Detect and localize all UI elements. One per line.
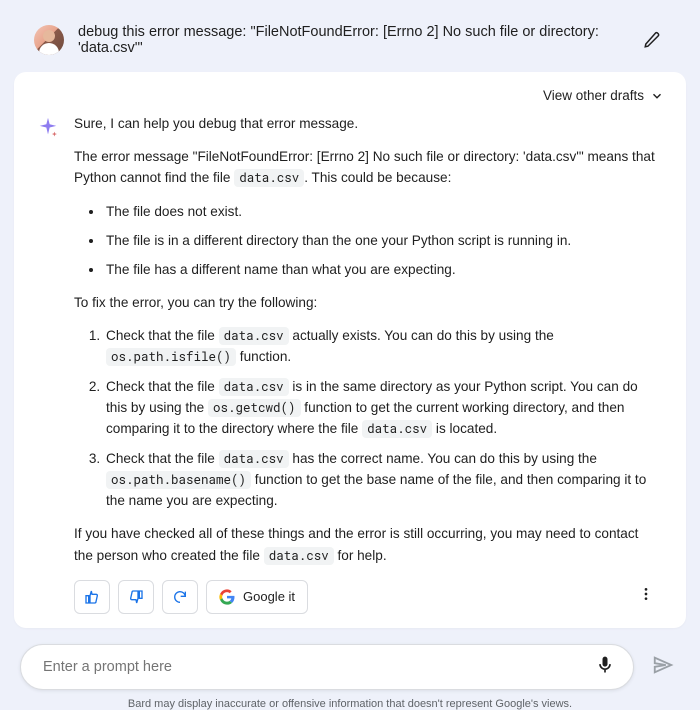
drafts-row: View other drafts: [36, 88, 664, 103]
disclaimer-text: Bard may display inaccurate or offensive…: [14, 698, 686, 710]
drafts-label: View other drafts: [543, 88, 644, 103]
closing-paragraph: If you have checked all of these things …: [74, 523, 660, 565]
list-item: Check that the file data.csv is in the s…: [104, 376, 660, 440]
response-body: Sure, I can help you debug that error me…: [74, 113, 664, 614]
send-button[interactable]: [646, 648, 680, 685]
thumbs-up-icon: [84, 589, 100, 605]
fix-intro: To fix the error, you can try the follow…: [74, 292, 660, 313]
more-options-button[interactable]: [632, 580, 660, 614]
code-datafile: data.csv: [234, 169, 304, 187]
list-item: The file has a different name than what …: [104, 259, 660, 280]
prompt-input-container[interactable]: [20, 644, 634, 690]
user-prompt-row: debug this error message: "FileNotFoundE…: [14, 14, 686, 72]
fixes-list: Check that the file data.csv actually ex…: [74, 325, 660, 512]
thumbs-down-button[interactable]: [118, 580, 154, 614]
response-intro: Sure, I can help you debug that error me…: [74, 113, 660, 134]
refresh-icon: [172, 589, 188, 605]
list-item: The file is in a different directory tha…: [104, 230, 660, 251]
prompt-input[interactable]: [43, 659, 591, 675]
list-item: Check that the file data.csv actually ex…: [104, 325, 660, 368]
user-prompt-text: debug this error message: "FileNotFoundE…: [78, 24, 624, 56]
view-other-drafts-button[interactable]: View other drafts: [543, 88, 664, 103]
list-item: Check that the file data.csv has the cor…: [104, 448, 660, 512]
edit-prompt-button[interactable]: [638, 26, 666, 54]
google-logo-icon: [219, 589, 235, 605]
bard-sparkle-icon: [36, 115, 60, 139]
google-it-label: Google it: [243, 587, 295, 607]
microphone-icon: [595, 655, 615, 675]
feedback-row: Google it: [74, 580, 660, 614]
google-it-button[interactable]: Google it: [206, 580, 308, 614]
thumbs-down-icon: [128, 589, 144, 605]
list-item: The file does not exist.: [104, 201, 660, 222]
pencil-icon: [643, 31, 661, 49]
thumbs-up-button[interactable]: [74, 580, 110, 614]
regenerate-button[interactable]: [162, 580, 198, 614]
chevron-down-icon: [650, 89, 664, 103]
microphone-button[interactable]: [591, 651, 619, 682]
response-card: View other drafts Sure, I can help you d…: [14, 72, 686, 628]
user-avatar: [34, 25, 64, 55]
vertical-dots-icon: [638, 586, 654, 602]
input-row: [14, 644, 686, 690]
causes-list: The file does not exist. The file is in …: [74, 201, 660, 280]
response-para1: The error message "FileNotFoundError: [E…: [74, 146, 660, 188]
send-icon: [652, 654, 674, 676]
